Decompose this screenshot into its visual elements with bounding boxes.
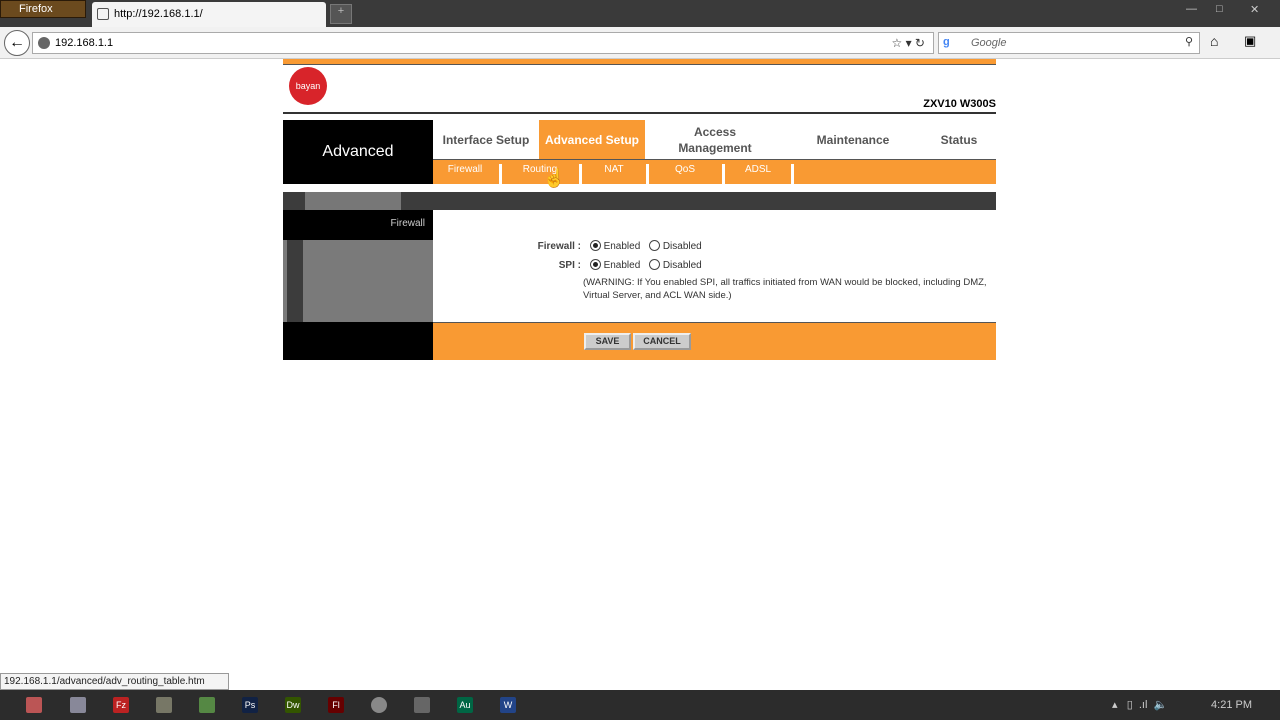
action-bar-right: SAVE CANCEL bbox=[433, 322, 996, 360]
archive-icon[interactable] bbox=[199, 697, 215, 713]
globe-icon bbox=[38, 37, 50, 49]
search-icon[interactable]: ⚲ bbox=[1185, 35, 1193, 48]
sub-nav: Firewall Routing NAT QoS ADSL bbox=[433, 159, 996, 184]
section-bar bbox=[283, 192, 996, 210]
top-accent-bar bbox=[283, 59, 996, 65]
notepad-icon[interactable] bbox=[156, 697, 172, 713]
spi-warning: (WARNING: If You enabled SPI, all traffi… bbox=[583, 277, 987, 301]
bookmark-star-icon[interactable]: ☆ ▾ ↻ bbox=[891, 36, 925, 50]
sidebar-strip bbox=[287, 240, 303, 322]
action-bar: SAVE CANCEL bbox=[283, 322, 996, 360]
clock: 4:21 PM bbox=[1211, 699, 1252, 711]
page-icon bbox=[97, 8, 109, 20]
separator bbox=[499, 164, 502, 184]
tab-maintenance[interactable]: Maintenance bbox=[803, 120, 903, 159]
separator bbox=[722, 164, 725, 184]
tab-advanced-setup[interactable]: Advanced Setup bbox=[539, 120, 645, 159]
navigation-toolbar: ← 192.168.1.1 ☆ ▾ ↻ g Google ⚲ bbox=[0, 27, 1280, 59]
spi-enabled-radio[interactable] bbox=[589, 259, 601, 270]
status-url: 192.168.1.1/advanced/adv_routing_table.h… bbox=[0, 673, 229, 690]
separator bbox=[579, 164, 582, 184]
disabled-label: Disabled bbox=[662, 260, 702, 271]
filezilla-icon[interactable]: Fz bbox=[113, 697, 129, 713]
sidebar-title: Firewall bbox=[283, 210, 433, 240]
firefox-menu-button[interactable]: Firefox bbox=[0, 0, 86, 18]
enabled-label: Enabled bbox=[603, 241, 641, 252]
firewall-row: Firewall : Enabled Disabled bbox=[433, 240, 702, 252]
photoshop-icon[interactable]: Ps bbox=[242, 697, 258, 713]
action-bar-left bbox=[283, 322, 433, 360]
disabled-label: Disabled bbox=[662, 241, 702, 252]
back-button[interactable]: ← bbox=[4, 30, 30, 56]
home-icon[interactable]: ⌂ bbox=[1210, 33, 1218, 49]
network-icon[interactable] bbox=[414, 697, 430, 713]
subtab-qos[interactable]: QoS bbox=[650, 164, 720, 175]
subtab-firewall[interactable]: Firewall bbox=[433, 164, 497, 175]
file-explorer-icon[interactable] bbox=[70, 697, 86, 713]
audition-icon[interactable]: Au bbox=[457, 697, 473, 713]
addon-icon[interactable]: ▣ bbox=[1244, 33, 1256, 49]
spi-disabled-radio[interactable] bbox=[649, 259, 661, 270]
search-bar[interactable]: g Google ⚲ bbox=[938, 32, 1200, 54]
close-button[interactable]: ✕ bbox=[1250, 3, 1259, 16]
model-name: ZXV10 W300S bbox=[923, 98, 996, 110]
router-page: bayan ZXV10 W300S Advanced Interface Set… bbox=[283, 59, 996, 360]
address-bar[interactable]: 192.168.1.1 ☆ ▾ ↻ bbox=[32, 32, 934, 54]
enabled-label: Enabled bbox=[603, 260, 641, 271]
subtab-nat[interactable]: NAT bbox=[583, 164, 645, 175]
browser-titlebar: Firefox http://192.168.1.1/ + — □ ✕ bbox=[0, 0, 1280, 27]
subtab-routing[interactable]: Routing bbox=[503, 164, 577, 175]
address-text: 192.168.1.1 bbox=[55, 37, 114, 49]
chrome-icon[interactable] bbox=[371, 697, 387, 713]
save-button[interactable]: SAVE bbox=[584, 333, 631, 350]
main-nav: Advanced Interface Setup Advanced Setup … bbox=[283, 120, 996, 184]
section-title: Advanced bbox=[283, 120, 433, 184]
taskbar: Fz Ps Dw Fl Au W ▴ ▯ .ıl 🔈 4:21 PM bbox=[0, 690, 1280, 720]
bayan-logo: bayan bbox=[289, 67, 327, 105]
separator bbox=[791, 164, 794, 184]
tab-title: http://192.168.1.1/ bbox=[114, 8, 203, 20]
firewall-disabled-radio[interactable] bbox=[649, 240, 661, 251]
tab-interface-setup[interactable]: Interface Setup bbox=[438, 120, 534, 159]
divider bbox=[283, 112, 996, 114]
search-placeholder: Google bbox=[971, 37, 1007, 49]
cancel-button[interactable]: CANCEL bbox=[633, 333, 691, 350]
sidebar: Firewall bbox=[283, 210, 433, 322]
flash-icon[interactable]: Fl bbox=[328, 697, 344, 713]
firewall-label: Firewall : bbox=[537, 241, 581, 252]
tab-access-management[interactable]: Access Management bbox=[658, 120, 772, 159]
browser-tab[interactable]: http://192.168.1.1/ bbox=[92, 2, 326, 27]
hand-cursor-icon: ☝ bbox=[543, 168, 566, 188]
spi-label: SPI : bbox=[558, 260, 581, 271]
google-icon: g bbox=[943, 36, 950, 48]
maximize-button[interactable]: □ bbox=[1216, 3, 1223, 15]
firewall-enabled-radio[interactable] bbox=[589, 240, 601, 251]
tab-status[interactable]: Status bbox=[923, 120, 995, 159]
firefox-icon[interactable] bbox=[26, 697, 42, 713]
minimize-button[interactable]: — bbox=[1186, 3, 1197, 15]
word-icon[interactable]: W bbox=[500, 697, 516, 713]
separator bbox=[646, 164, 649, 184]
spi-row: SPI : Enabled Disabled bbox=[433, 259, 702, 271]
dreamweaver-icon[interactable]: Dw bbox=[285, 697, 301, 713]
subtab-adsl[interactable]: ADSL bbox=[726, 164, 790, 175]
new-tab-button[interactable]: + bbox=[330, 4, 352, 24]
section-bar-highlight bbox=[305, 192, 401, 210]
system-tray-icons[interactable]: ▴ ▯ .ıl 🔈 bbox=[1112, 698, 1167, 711]
